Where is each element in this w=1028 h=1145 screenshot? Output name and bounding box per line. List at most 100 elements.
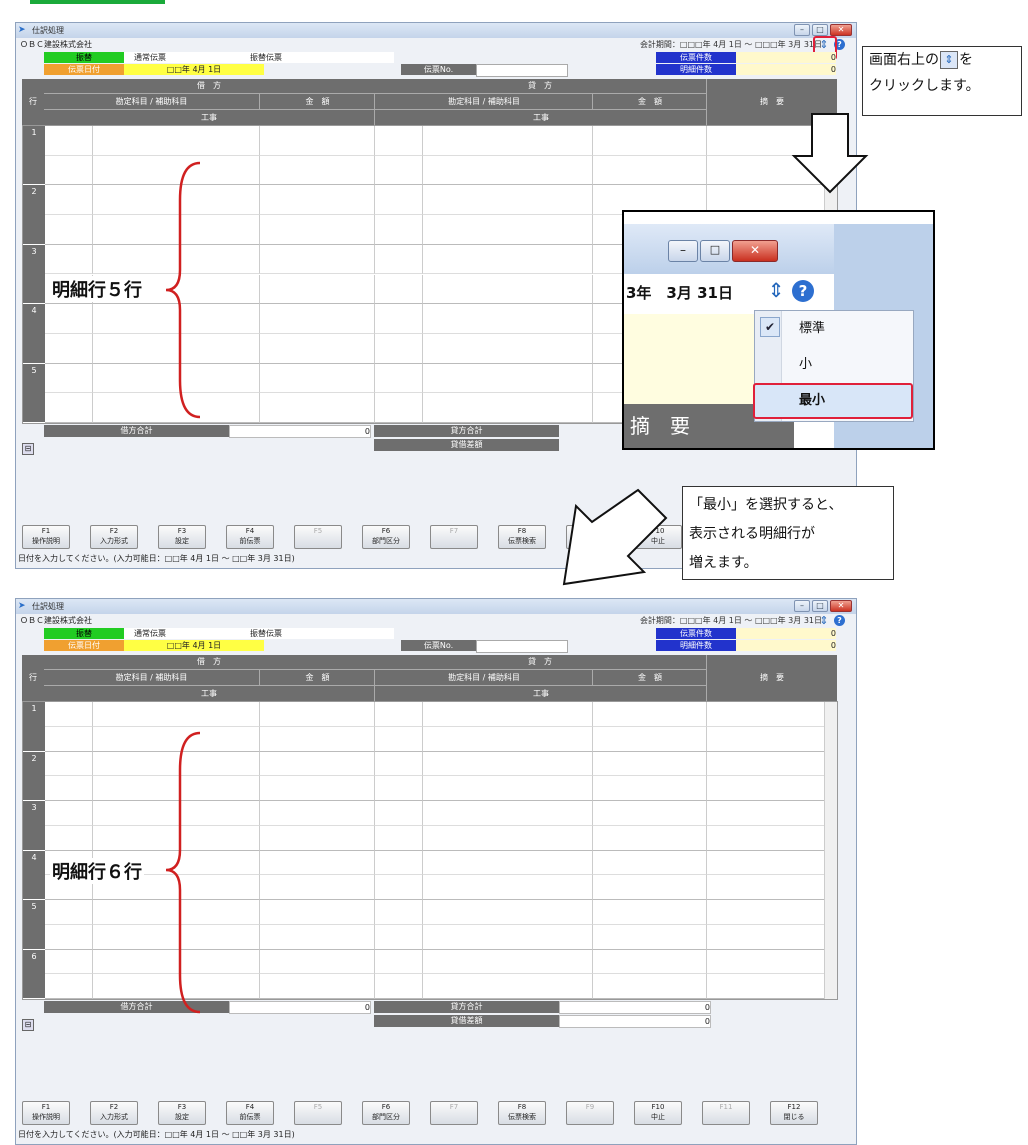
grid-cell[interactable] (423, 801, 593, 826)
grid-cell[interactable] (707, 726, 837, 752)
grid-cell[interactable] (423, 274, 593, 305)
row-header[interactable]: 4 (23, 304, 45, 363)
grid-cell[interactable] (375, 776, 423, 801)
grid-cell[interactable] (260, 801, 375, 826)
grid-cell[interactable] (375, 215, 423, 245)
grid-cell[interactable] (45, 333, 93, 364)
grid-cell[interactable] (707, 949, 837, 975)
row-header[interactable]: 4 (23, 850, 45, 899)
grid-cell[interactable] (260, 924, 375, 950)
fkey-f5-button[interactable]: F5 (294, 1101, 342, 1125)
menu-item-small[interactable]: 小 (799, 353, 812, 372)
row-header[interactable]: 5 (23, 363, 45, 422)
grid-cell[interactable] (260, 825, 375, 851)
grid-cell[interactable] (260, 126, 375, 156)
row-header[interactable]: 1 (23, 702, 45, 751)
help-icon[interactable]: ? (834, 615, 845, 626)
grid-cell[interactable] (593, 126, 707, 156)
grid-cell[interactable] (593, 702, 707, 727)
fkey-f2-button[interactable]: F2 入力形式 (90, 525, 138, 549)
fkey-f6-button[interactable]: F6 部門区分 (362, 1101, 410, 1125)
fkey-f7-button[interactable]: F7 (430, 525, 478, 549)
zoom-close-button[interactable]: ✕ (732, 240, 778, 262)
grid-cell[interactable] (45, 185, 93, 216)
grid-cell[interactable] (260, 900, 375, 925)
fkey-f5-button[interactable]: F5 (294, 525, 342, 549)
grid-cell[interactable] (260, 850, 375, 876)
minimize-button[interactable]: – (794, 24, 810, 36)
zoom-size-icon[interactable]: ⇕ (764, 278, 788, 302)
grid-cell[interactable] (375, 702, 423, 727)
grid-cell[interactable] (707, 974, 837, 999)
grid-cell[interactable] (707, 776, 837, 801)
grid-cell[interactable] (45, 776, 93, 801)
grid-cell[interactable] (260, 875, 375, 900)
grid-cell[interactable] (707, 751, 837, 777)
grid-cell[interactable] (423, 155, 593, 186)
grid-cell[interactable] (593, 974, 707, 999)
maximize-button[interactable]: □ (812, 24, 828, 36)
fkey-f6-button[interactable]: F6 部門区分 (362, 525, 410, 549)
fkey-f9-button[interactable]: F9 (566, 1101, 614, 1125)
date-input[interactable]: □□年 4月 1日 (124, 640, 264, 651)
row-header[interactable]: 3 (23, 244, 45, 304)
fkey-f1-button[interactable]: F1 操作説明 (22, 1101, 70, 1125)
grid-cell[interactable] (260, 776, 375, 801)
grid-cell[interactable] (707, 702, 837, 727)
grid-cell[interactable] (45, 702, 93, 727)
grid-cell[interactable] (707, 825, 837, 851)
grid-cell[interactable] (593, 801, 707, 826)
expand-toggle[interactable]: ⊟ (22, 1019, 34, 1031)
grid-cell[interactable] (45, 900, 93, 925)
grid-cell[interactable] (593, 155, 707, 186)
grid-cell[interactable] (423, 702, 593, 727)
grid-cell[interactable] (423, 126, 593, 156)
row-size-icon[interactable]: ⇕ (818, 615, 830, 627)
grid-cell[interactable] (423, 363, 593, 394)
grid-cell[interactable] (375, 155, 423, 186)
grid-cell[interactable] (423, 304, 593, 334)
grid-cell[interactable] (45, 215, 93, 245)
grid-cell[interactable] (375, 801, 423, 826)
fkey-f10-button[interactable]: F10 中止 (634, 1101, 682, 1125)
row-header[interactable]: 1 (23, 126, 45, 185)
fkey-f4-button[interactable]: F4 前伝票 (226, 1101, 274, 1125)
grid-cell[interactable] (423, 974, 593, 999)
fkey-f1-button[interactable]: F1 操作説明 (22, 525, 70, 549)
grid-cell[interactable] (423, 825, 593, 851)
fkey-f3-button[interactable]: F3 設定 (158, 1101, 206, 1125)
grid-cell[interactable] (375, 126, 423, 156)
grid-cell[interactable] (423, 726, 593, 752)
expand-toggle[interactable]: ⊟ (22, 443, 34, 455)
grid-cell[interactable] (593, 751, 707, 777)
grid-cell[interactable] (707, 924, 837, 950)
grid-cell[interactable] (260, 751, 375, 777)
grid-cell[interactable] (260, 215, 375, 245)
grid-cell[interactable] (260, 333, 375, 364)
grid-cell[interactable] (423, 185, 593, 216)
grid-cell[interactable] (260, 304, 375, 334)
grid-cell[interactable] (375, 974, 423, 999)
grid-cell[interactable] (423, 949, 593, 975)
grid-cell[interactable] (260, 363, 375, 394)
grid-cell[interactable] (45, 244, 93, 275)
grid-cell[interactable] (707, 900, 837, 925)
menu-item-standard[interactable]: 標準 (799, 317, 825, 336)
grid-cell[interactable] (593, 875, 707, 900)
grid-cell[interactable] (423, 751, 593, 777)
grid-cell[interactable] (375, 363, 423, 394)
grid-cell[interactable] (260, 185, 375, 216)
fkey-f4-button[interactable]: F4 前伝票 (226, 525, 274, 549)
grid-cell[interactable] (593, 900, 707, 925)
grid-cell[interactable] (260, 949, 375, 975)
minimize-button[interactable]: – (794, 600, 810, 612)
grid-cell[interactable] (45, 949, 93, 975)
grid-cell[interactable] (93, 702, 260, 727)
grid-cell[interactable] (260, 155, 375, 186)
grid-cell[interactable] (375, 875, 423, 900)
row-header[interactable]: 2 (23, 185, 45, 244)
fkey-f7-button[interactable]: F7 (430, 1101, 478, 1125)
grid-cell[interactable] (593, 776, 707, 801)
grid-cell[interactable] (423, 900, 593, 925)
close-button[interactable]: ✕ (830, 24, 852, 36)
